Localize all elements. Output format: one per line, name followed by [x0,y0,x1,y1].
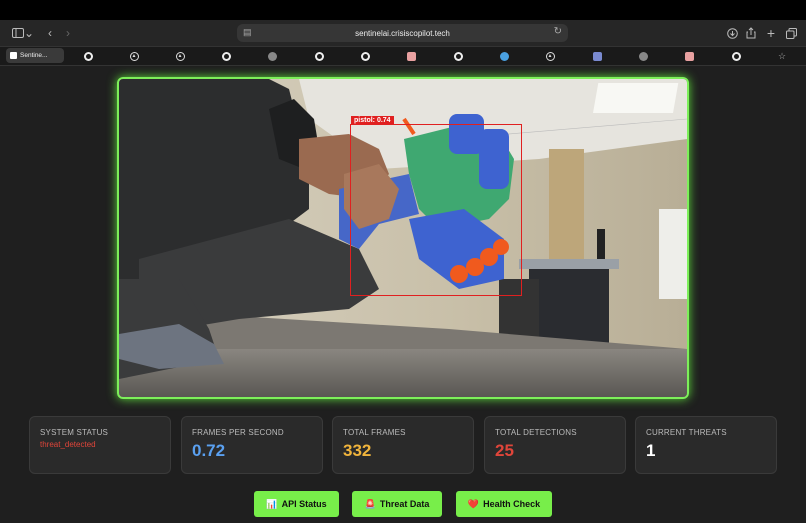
fps-card: FRAMES PER SECOND 0.72 [181,416,323,474]
github-tab-icon[interactable] [358,49,372,63]
bookmark-tab-icon[interactable]: ▲ [173,49,187,63]
detection-label: pistol: 0.74 [351,116,394,125]
heart-icon: ❤️ [467,498,480,509]
threat-data-label: Threat Data [379,499,430,509]
heart-favicon-icon [10,52,17,59]
tabs-bar: Sentine... ▲ ▲ ▲ ☆ [0,46,806,66]
total-frames-value: 332 [343,441,372,460]
tab-overview-icon[interactable] [783,25,799,41]
github-tab-icon[interactable] [729,49,743,63]
alarm-icon: 🚨 [364,498,376,509]
fps-value: 0.72 [192,441,226,460]
url-text: sentinelai.crisiscopilot.tech [355,28,450,38]
tab-sentinel[interactable]: Sentine... [6,48,64,63]
api-status-button[interactable]: 📊 API Status [254,491,339,517]
total-detections-value: 25 [495,441,514,460]
app-tab-icon[interactable] [590,49,604,63]
camera-feed: pistol: 0.74 [117,77,689,399]
openai-tab-icon[interactable] [265,49,279,63]
bookmark-tab-icon[interactable]: ▲ [543,49,557,63]
openai-tab-icon[interactable] [636,49,650,63]
share-icon[interactable] [743,25,759,41]
app-tab-icon[interactable] [497,49,511,63]
health-check-button[interactable]: ❤️ Health Check [456,491,552,517]
total-frames-card: TOTAL FRAMES 332 [332,416,474,474]
address-bar[interactable]: ▤ sentinelai.crisiscopilot.tech ↻ [237,24,568,42]
download-icon[interactable] [724,25,740,41]
health-check-label: Health Check [483,499,541,509]
star-icon[interactable]: ☆ [775,49,789,63]
new-tab-icon[interactable]: + [763,25,779,41]
github-tab-icon[interactable] [312,49,326,63]
bookmark-tab-icon[interactable]: ▲ [127,49,141,63]
chart-icon: 📊 [266,498,278,509]
app-tab-icon[interactable] [682,49,696,63]
threat-data-button[interactable]: 🚨 Threat Data [352,491,442,517]
system-status-card: SYSTEM STATUS threat_detected [29,416,171,474]
current-threats-label: CURRENT THREATS [646,428,727,437]
system-status-value: threat_detected [40,440,96,449]
system-status-label: SYSTEM STATUS [40,428,109,437]
total-frames-label: TOTAL FRAMES [343,428,406,437]
forward-icon[interactable]: › [60,25,76,41]
browser-toolbar: ⌄ ‹ › ▤ sentinelai.crisiscopilot.tech ↻ … [0,20,806,46]
reload-icon[interactable]: ↻ [554,26,562,37]
github-tab-icon[interactable] [81,49,95,63]
app-tab-icon[interactable] [404,49,418,63]
github-tab-icon[interactable] [219,49,233,63]
github-tab-icon[interactable] [451,49,465,63]
current-threats-value: 1 [646,441,656,460]
tab-label: Sentine... [20,52,48,59]
chevron-down-icon[interactable]: ⌄ [24,25,34,41]
fps-label: FRAMES PER SECOND [192,428,284,437]
page-settings-icon[interactable]: ▤ [243,27,252,38]
current-threats-card: CURRENT THREATS 1 [635,416,777,474]
api-status-label: API Status [281,499,327,509]
detection-box: pistol: 0.74 [350,116,522,296]
total-detections-card: TOTAL DETECTIONS 25 [484,416,626,474]
screen-top-bar [0,0,806,20]
total-detections-label: TOTAL DETECTIONS [495,428,577,437]
back-icon[interactable]: ‹ [42,25,58,41]
